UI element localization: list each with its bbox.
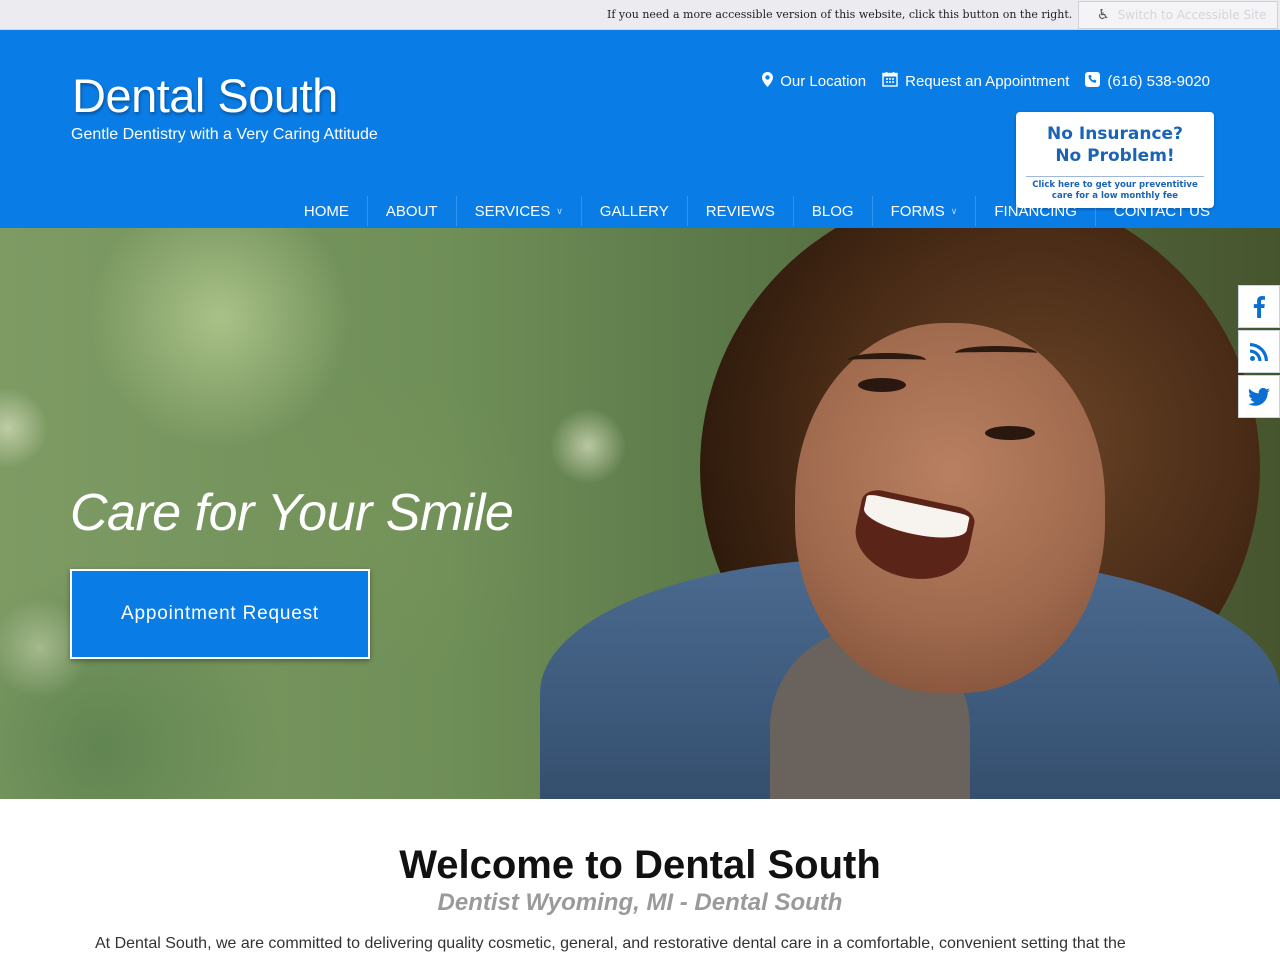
our-location-label: Our Location: [780, 72, 867, 90]
nav-contact-us[interactable]: CONTACT US: [1096, 196, 1228, 226]
nav-contact-label: CONTACT US: [1113, 202, 1210, 220]
phone-link[interactable]: (616) 538-9020: [1085, 71, 1210, 91]
twitter-icon[interactable]: [1238, 375, 1280, 418]
phone-icon: [1085, 71, 1101, 91]
rss-icon[interactable]: [1238, 330, 1280, 373]
request-appointment-link[interactable]: Request an Appointment: [882, 71, 1069, 91]
chevron-down-icon: ∨: [950, 205, 958, 216]
accessibility-bar: If you need a more accessible version of…: [0, 0, 1280, 30]
our-location-link[interactable]: Our Location: [762, 71, 867, 91]
wheelchair-icon: ♿: [1097, 7, 1110, 23]
site-logo[interactable]: Dental South: [72, 68, 338, 123]
nav-blog[interactable]: BLOG: [794, 196, 873, 226]
map-marker-icon: [762, 71, 774, 91]
hero-photo-eye: [858, 378, 906, 392]
main-nav: HOME ABOUT SERVICES ∨ GALLERY REVIEWS BLO…: [286, 194, 1228, 228]
insurance-divider: [1026, 176, 1204, 177]
hero-banner: Care for Your Smile Appointment Request: [0, 228, 1280, 799]
nav-about[interactable]: ABOUT: [368, 196, 457, 226]
switch-accessible-site-button[interactable]: ♿ Switch to Accessible Site: [1078, 1, 1278, 29]
nav-services-label: SERVICES: [474, 202, 551, 220]
nav-services[interactable]: SERVICES ∨: [457, 196, 582, 226]
site-header: Dental South Gentle Dentistry with a Ver…: [0, 30, 1280, 228]
nav-gallery-label: GALLERY: [599, 202, 669, 220]
hero-photo-eye: [985, 426, 1035, 440]
switch-accessible-site-label: Switch to Accessible Site: [1117, 8, 1267, 22]
appointment-request-button[interactable]: Appointment Request: [70, 569, 370, 659]
nav-gallery[interactable]: GALLERY: [582, 196, 688, 226]
insurance-headline-1: No Insurance?: [1047, 124, 1183, 144]
welcome-body: At Dental South, we are committed to del…: [95, 935, 1126, 952]
calendar-icon: [882, 71, 898, 91]
nav-about-label: ABOUT: [385, 202, 438, 220]
request-appointment-label: Request an Appointment: [905, 72, 1070, 90]
nav-home[interactable]: HOME: [286, 196, 368, 226]
nav-reviews[interactable]: REVIEWS: [688, 196, 794, 226]
social-sidebar: [1238, 285, 1280, 420]
hero-photo-brow: [955, 346, 1037, 360]
nav-forms-label: FORMS: [890, 202, 945, 220]
nav-home-label: HOME: [303, 202, 349, 220]
nav-financing-label: FINANCING: [994, 202, 1077, 220]
nav-forms[interactable]: FORMS ∨: [873, 196, 977, 226]
facebook-icon[interactable]: [1238, 285, 1280, 328]
phone-number: (616) 538-9020: [1107, 72, 1210, 90]
insurance-sub-1: Click here to get your preventitive: [1032, 180, 1198, 190]
insurance-headline-2: No Problem!: [1055, 146, 1175, 166]
welcome-subtitle: Dentist Wyoming, MI - Dental South: [437, 889, 843, 916]
chevron-down-icon: ∨: [556, 205, 563, 216]
hero-photo-brow: [848, 353, 926, 367]
nav-reviews-label: REVIEWS: [705, 202, 775, 220]
nav-financing[interactable]: FINANCING: [976, 196, 1096, 226]
header-contact-links: Our Location Request an Appointment (616…: [762, 71, 1210, 91]
accessibility-notice: If you need a more accessible version of…: [607, 8, 1073, 21]
welcome-title: Welcome to Dental South: [399, 843, 881, 887]
site-tagline: Gentle Dentistry with a Very Caring Atti…: [71, 126, 378, 143]
hero-title: Care for Your Smile: [70, 484, 514, 542]
nav-blog-label: BLOG: [811, 202, 854, 220]
